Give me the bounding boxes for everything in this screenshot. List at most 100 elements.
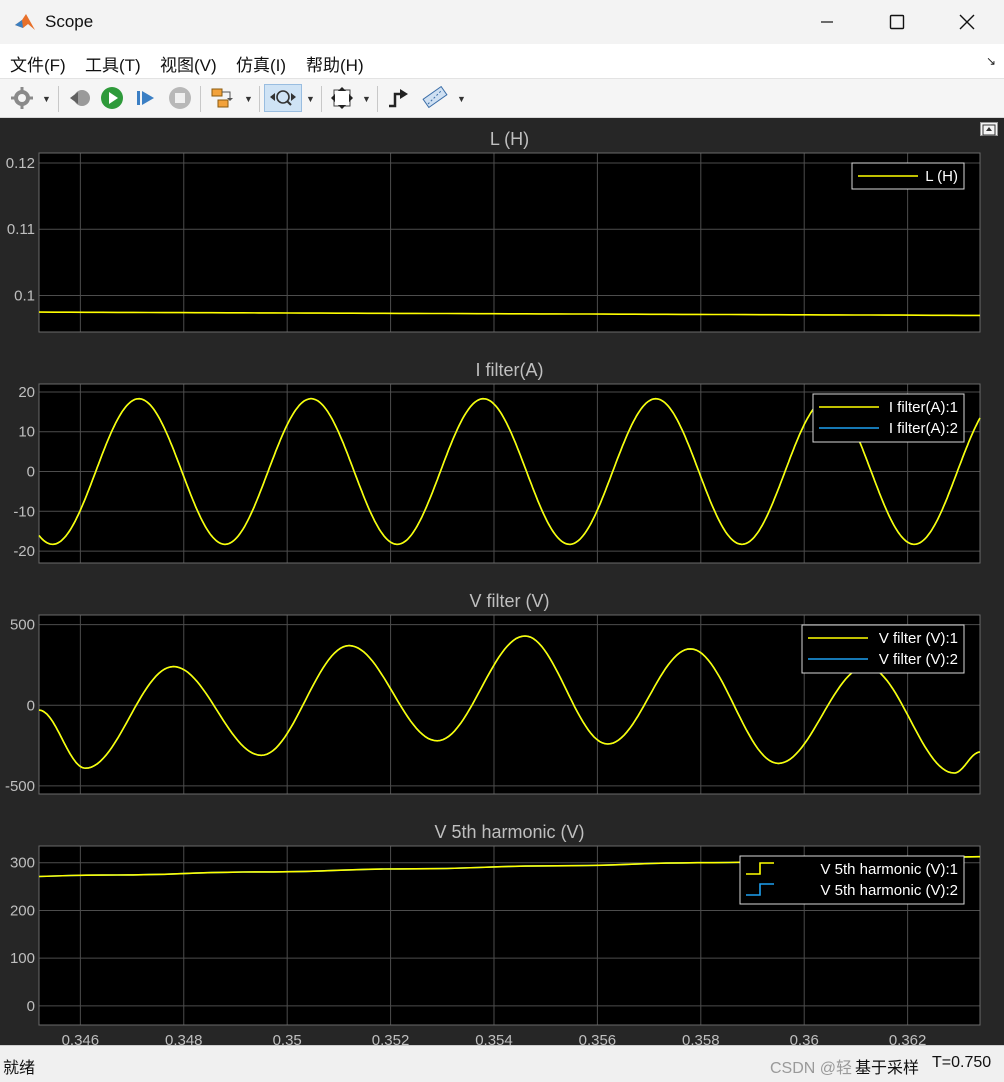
settings-button[interactable] (8, 84, 36, 112)
highlight-block-button[interactable] (208, 84, 236, 112)
status-time: T=0.750 (932, 1054, 992, 1071)
legend-label: V 5th harmonic (V):1 (820, 861, 958, 878)
scope-plots: L (H) 0.1 0.11 0.12 L (H) I filter(A) -20 -10 0 1… (5, 129, 981, 1045)
zoom-x-button[interactable] (264, 84, 302, 112)
dock-arrow-icon[interactable]: ↘ (986, 54, 996, 68)
y-tick-label: -10 (13, 503, 35, 520)
x-tick-label: 0.354 (475, 1032, 513, 1045)
y-tick-label: -500 (5, 778, 35, 795)
close-button[interactable] (932, 0, 1002, 44)
toolbar-separator (200, 86, 201, 112)
step-back-icon (70, 90, 90, 106)
legend-label: L (H) (925, 168, 958, 185)
stop-button[interactable] (166, 84, 194, 112)
plot-legend: V 5th harmonic (V):1 V 5th harmonic (V):2 (739, 855, 965, 905)
y-tick-label: 200 (10, 902, 35, 919)
x-tick-label: 0.348 (165, 1032, 203, 1045)
toolbar-separator (377, 86, 378, 112)
maximize-button[interactable] (862, 0, 932, 44)
scope-panel-1: L (H) 0.1 0.11 0.12 L (H) (6, 129, 981, 333)
legend-label: V filter (V):1 (879, 630, 958, 647)
gear-icon (11, 87, 33, 109)
scope-panel-3: V filter (V)-5000500V filter (V):1V filt… (5, 591, 981, 795)
watermark: CSDN @轻 (770, 1060, 853, 1077)
undock-icon (982, 124, 996, 136)
menu-view[interactable]: 视图(V) (160, 51, 217, 76)
menu-file[interactable]: 文件(F) (10, 51, 66, 76)
toolbar-separator (259, 86, 260, 112)
plot-legend: L (H) (851, 162, 965, 190)
legend-label: I filter(A):2 (889, 420, 958, 437)
x-tick-label: 0.346 (62, 1032, 100, 1045)
measurements-button[interactable] (420, 84, 450, 112)
plot-title: I filter(A) (475, 360, 543, 380)
x-tick-label: 0.352 (372, 1032, 410, 1045)
step-forward-button[interactable] (132, 84, 160, 112)
y-tick-label: 0.11 (7, 221, 35, 238)
y-tick-label: 300 (10, 855, 35, 872)
triggers-button[interactable] (384, 84, 412, 112)
autoscale-button[interactable] (328, 84, 356, 112)
minimize-button[interactable] (792, 0, 862, 44)
play-icon (101, 87, 123, 109)
x-tick-label: 0.356 (579, 1032, 617, 1045)
step-forward-icon (137, 91, 154, 105)
toolbar: ▼ ▼ ▼ ▼ ▼ (0, 78, 1004, 118)
menu-tools[interactable]: 工具(T) (85, 51, 141, 76)
y-tick-label: 0.1 (14, 288, 35, 305)
trigger-icon (389, 89, 408, 108)
status-sample-based: 基于采样 (855, 1060, 920, 1077)
legend-label: I filter(A):1 (889, 399, 958, 416)
y-tick-label: 0 (27, 697, 35, 714)
matlab-logo-icon (15, 14, 35, 30)
menu-simulation[interactable]: 仿真(I) (236, 51, 286, 76)
y-tick-label: 0.12 (6, 155, 35, 172)
y-tick-label: 500 (10, 617, 35, 634)
title-bar: Scope (0, 0, 1004, 44)
toolbar-separator (321, 86, 322, 112)
minimize-icon (821, 21, 833, 23)
menu-bar: 文件(F) 工具(T) 视图(V) 仿真(I) 帮助(H) ↘ (0, 44, 1004, 78)
y-tick-label: 0 (27, 998, 35, 1015)
plot-title: V 5th harmonic (V) (434, 822, 584, 842)
ruler-icon (422, 86, 448, 109)
close-icon (959, 14, 975, 30)
plot-legend: I filter(A):1 I filter(A):2 (812, 393, 965, 443)
plot-title: L (H) (490, 129, 529, 149)
status-bar: 就绪 CSDN @轻 基于采样 T=0.750 (0, 1045, 1004, 1082)
legend-label: V 5th harmonic (V):2 (820, 882, 958, 899)
plot-axes (39, 153, 980, 332)
toolbar-separator (58, 86, 59, 112)
zoom-x-icon (270, 90, 296, 106)
y-tick-label: 0 (27, 464, 35, 481)
menu-help[interactable]: 帮助(H) (306, 51, 364, 76)
scope-panel-2: I filter(A)-20-1001020I filter(A):1I fil… (13, 360, 981, 564)
scope-display: L (H) 0.1 0.11 0.12 L (H) I filter(A) -20 -10 0 1… (0, 118, 1004, 1045)
zoom-dropdown-icon[interactable]: ▼ (306, 94, 315, 104)
plot-title: V filter (V) (469, 591, 549, 611)
undock-axes-button[interactable] (980, 122, 998, 136)
window-title: Scope (45, 12, 94, 31)
autoscale-dropdown-icon[interactable]: ▼ (362, 94, 371, 104)
x-tick-label: 0.35 (273, 1032, 302, 1045)
legend-label: V filter (V):2 (879, 651, 958, 668)
maximize-icon (889, 14, 905, 30)
y-tick-label: 20 (18, 384, 35, 401)
highlight-dropdown-icon[interactable]: ▼ (244, 94, 253, 104)
x-tick-label: 0.362 (889, 1032, 927, 1045)
stop-icon (169, 87, 191, 109)
step-back-button[interactable] (66, 84, 94, 112)
plot-legend: V filter (V):1 V filter (V):2 (801, 624, 965, 674)
y-tick-label: 10 (18, 424, 35, 441)
measurements-dropdown-icon[interactable]: ▼ (457, 94, 466, 104)
x-tick-label: 0.36 (790, 1032, 819, 1045)
y-tick-label: 100 (10, 950, 35, 967)
run-button[interactable] (98, 84, 126, 112)
settings-dropdown-icon[interactable]: ▼ (42, 94, 51, 104)
highlight-block-icon (211, 88, 233, 108)
scope-panel-4: V 5th harmonic (V) 0 100 200 300 V 5th harmon… (10, 822, 981, 1026)
autoscale-icon (331, 87, 353, 109)
x-tick-label: 0.358 (682, 1032, 720, 1045)
y-tick-label: -20 (13, 543, 35, 560)
status-ready: 就绪 (3, 1060, 36, 1077)
